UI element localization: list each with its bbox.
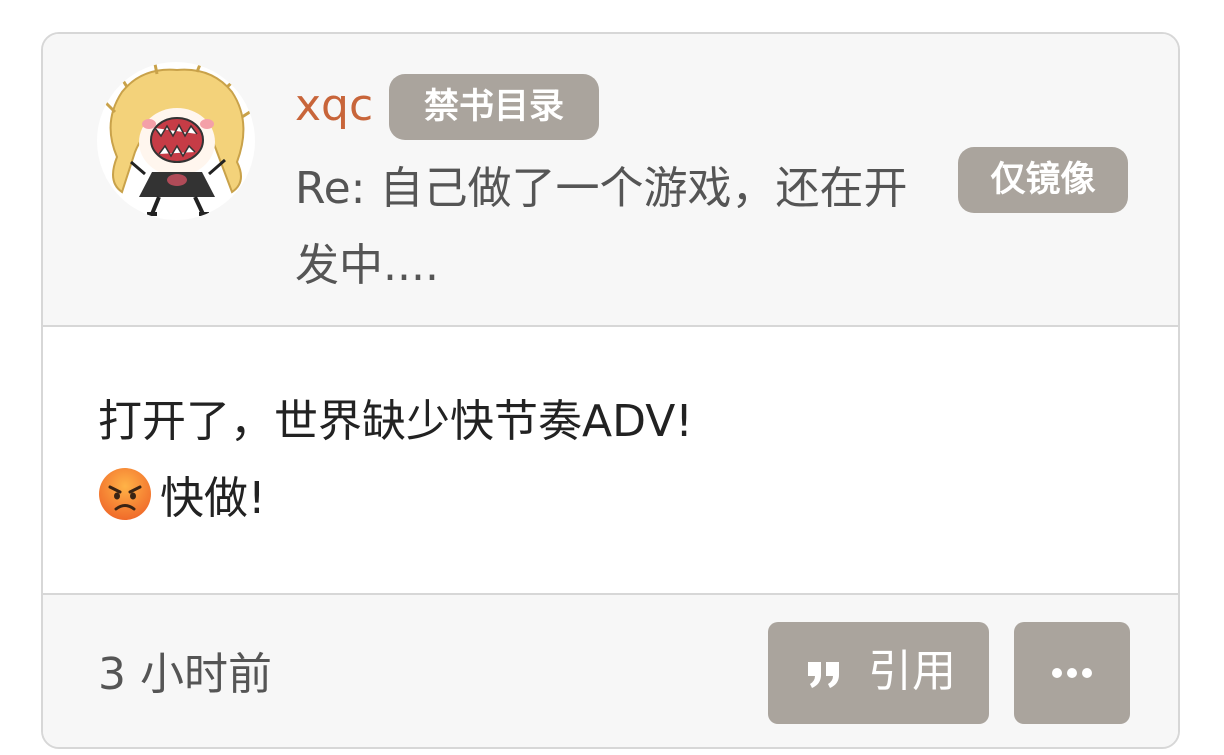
quote-button-label: 引用 bbox=[868, 646, 956, 697]
thread-title[interactable]: Re: 自己做了一个游戏，还在开发中.... bbox=[295, 150, 935, 304]
quote-icon bbox=[808, 662, 839, 688]
post-card: xqc 禁书目录 Re: 自己做了一个游戏，还在开发中.... 仅镜像 打开了，… bbox=[41, 32, 1180, 749]
mirror-only-badge: 仅镜像 bbox=[958, 147, 1128, 213]
post-header: xqc 禁书目录 Re: 自己做了一个游戏，还在开发中.... 仅镜像 bbox=[43, 34, 1178, 327]
username[interactable]: xqc bbox=[295, 80, 373, 132]
avatar[interactable] bbox=[97, 62, 255, 220]
post-content: 打开了，世界缺少快节奏ADV! 快做! bbox=[43, 327, 1178, 593]
user-tag-badge: 禁书目录 bbox=[389, 74, 599, 140]
more-button[interactable] bbox=[1014, 622, 1130, 724]
angry-face-icon bbox=[99, 468, 151, 520]
more-icon bbox=[1052, 668, 1092, 678]
quote-button[interactable]: 引用 bbox=[768, 622, 989, 724]
post-time: 3 小时前 bbox=[98, 649, 272, 700]
content-text: 快做! bbox=[160, 473, 266, 524]
content-line: 打开了，世界缺少快节奏ADV! bbox=[98, 396, 693, 447]
post-footer: 3 小时前 引用 bbox=[43, 593, 1178, 747]
content-line: 快做! bbox=[98, 467, 266, 529]
